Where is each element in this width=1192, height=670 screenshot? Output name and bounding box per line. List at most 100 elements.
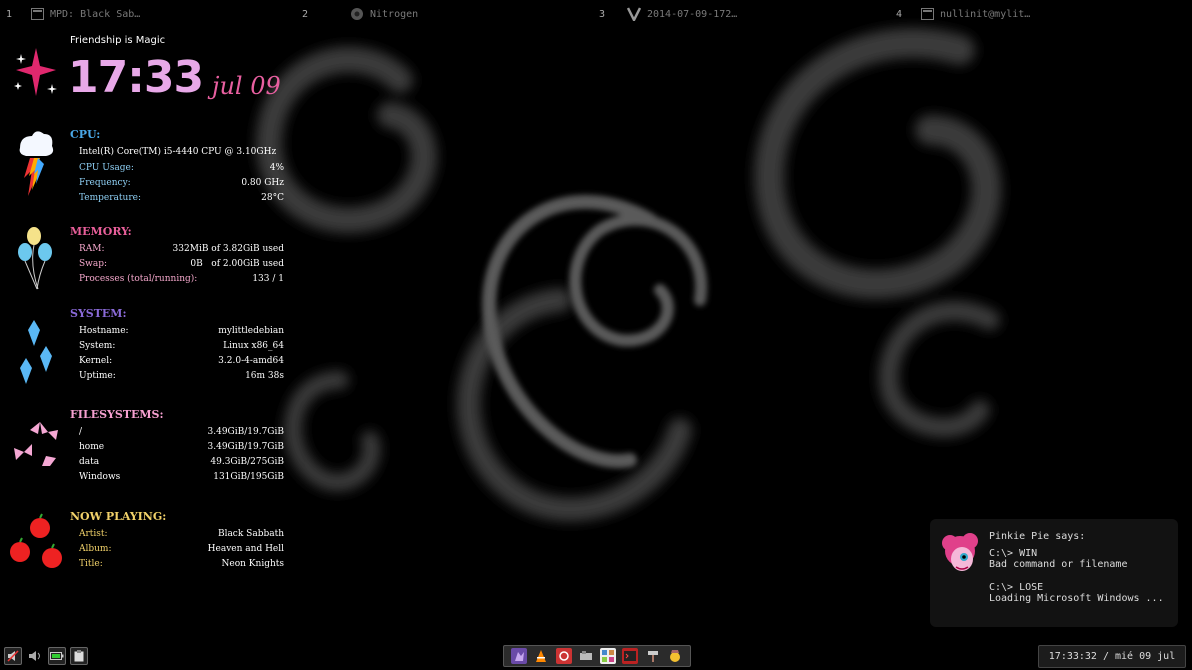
notification-popup[interactable]: Pinkie Pie says: C:\> WIN Bad command or… (930, 519, 1178, 627)
stat-value: 49.3GiB/275GiB (210, 457, 284, 467)
stat-value: 131GiB/195GiB (213, 472, 284, 482)
workspace-number: 2 (302, 8, 309, 20)
notification-line: Bad command or filename (989, 559, 1128, 570)
workspace-2[interactable]: 2 Nitrogen (302, 6, 418, 22)
stat-label: System: (79, 341, 116, 351)
stat-value: 3.49GiB/19.7GiB (207, 442, 284, 452)
stat-label: RAM: (79, 244, 105, 254)
stat-label: Hostname: (79, 326, 129, 336)
stat-value: Linux x86_64 (223, 341, 284, 351)
cpu-model-row: Intel(R) Core(TM) i5-4440 CPU @ 3.10GHz (70, 145, 284, 161)
twilight-cutie-mark-icon (14, 48, 57, 96)
workspace-3[interactable]: 3 2014-07-09-172… (599, 6, 737, 22)
terminal-icon (920, 7, 934, 21)
stat-row: Uptime: 16m 38s (70, 369, 284, 384)
hammer-icon[interactable] (645, 648, 661, 664)
stat-label: Artist: (79, 529, 108, 539)
section-title: NOW PLAYING: (70, 510, 167, 523)
stat-value: 28°C (261, 193, 284, 203)
taskbar-clock[interactable]: 17:33:32 / mié 09 jul (1038, 645, 1186, 668)
stat-row: home 3.49GiB/19.7GiB (70, 440, 284, 455)
system-section: SYSTEM: Hostname: mylittledebian System:… (70, 307, 284, 384)
stat-row: / 3.49GiB/19.7GiB (70, 425, 284, 440)
window-title: nullinit@mylit… (940, 8, 1031, 20)
debian-menu-icon[interactable] (555, 648, 572, 664)
stat-label: Temperature: (79, 193, 141, 203)
mute-icon[interactable] (4, 647, 22, 665)
stat-row: RAM: 332MiB of 3.82GiB used (70, 242, 284, 257)
notification-header: Pinkie Pie says: (989, 531, 1086, 542)
workspace-4[interactable]: 4 nullinit@mylit… (896, 6, 1030, 22)
vlc-icon[interactable] (533, 648, 549, 664)
terminal-launcher-icon[interactable] (622, 648, 639, 664)
file-manager-icon[interactable] (578, 648, 594, 664)
rarity-cutie-mark-icon (20, 320, 52, 384)
cpu-section: CPU: Intel(R) Core(TM) i5-4440 CPU @ 3.1… (70, 128, 284, 206)
stat-value: 16m 38s (245, 371, 284, 381)
volume-icon[interactable] (26, 648, 44, 664)
now-playing-section: NOW PLAYING: Artist: Black Sabbath Album… (70, 510, 284, 572)
section-title: SYSTEM: (70, 307, 127, 320)
battery-icon[interactable] (48, 647, 66, 665)
stat-row: Swap: 0B of 2.00GiB used (70, 257, 284, 272)
stat-value: mylittledebian (218, 326, 284, 336)
notification-line: C:\> WIN (989, 548, 1038, 559)
workspace-number: 3 (599, 8, 606, 20)
stat-row: Windows 131GiB/195GiB (70, 470, 284, 485)
stat-row: data 49.3GiB/275GiB (70, 455, 284, 470)
stat-value: 4% (269, 163, 284, 173)
image-viewer-icon[interactable] (600, 648, 617, 664)
applejack-cutie-mark-icon (10, 513, 62, 568)
launcher-dock (503, 645, 691, 667)
section-title: MEMORY: (70, 225, 132, 238)
applejack-launcher-icon[interactable] (667, 648, 683, 664)
pinkie-pie-cutie-mark-icon (18, 227, 52, 290)
rainbow-dash-cutie-mark-icon (19, 131, 54, 196)
stat-label: Uptime: (79, 371, 116, 381)
section-title: CPU: (70, 128, 101, 141)
stat-row: Temperature: 28°C (70, 191, 284, 206)
workspace-number: 4 (896, 8, 903, 20)
fluttershy-cutie-mark-icon (14, 422, 58, 466)
stat-label: Frequency: (79, 178, 131, 188)
stat-label: Album: (79, 544, 112, 554)
stat-label: data (79, 457, 100, 467)
stat-value: 3.49GiB/19.7GiB (207, 427, 284, 437)
stat-label: Title: (79, 559, 103, 569)
stat-row: CPU Usage: 4% (70, 161, 284, 176)
stat-label: CPU Usage: (79, 163, 134, 173)
stat-row: Title: Neon Knights (70, 557, 284, 572)
stat-row: System: Linux x86_64 (70, 339, 284, 354)
pinkie-pie-avatar-icon (942, 533, 978, 571)
stat-row: Frequency: 0.80 GHz (70, 176, 284, 191)
conky-date: jul 09 (212, 72, 281, 100)
window-title: Nitrogen (370, 8, 419, 20)
system-tray (4, 646, 88, 666)
window-title: 2014-07-09-172… (647, 8, 738, 20)
stat-value: 332MiB of 3.82GiB used (172, 244, 284, 254)
cpu-model: Intel(R) Core(TM) i5-4440 CPU @ 3.10GHz (79, 147, 277, 157)
conky-motto: Friendship is Magic (70, 35, 166, 46)
notification-line: C:\> LOSE (989, 582, 1044, 593)
pony-launcher-icon[interactable] (511, 648, 528, 664)
vim-icon (627, 7, 641, 21)
stat-value: Black Sabbath (217, 529, 284, 539)
stat-label: Windows (79, 472, 121, 482)
stat-value: 133 / 1 (252, 274, 284, 284)
stat-row: Hostname: mylittledebian (70, 324, 284, 339)
filesystems-section: FILESYSTEMS: / 3.49GiB/19.7GiB home 3.49… (70, 408, 284, 485)
stat-row: Artist: Black Sabbath (70, 527, 284, 542)
stat-value: 0.80 GHz (241, 178, 284, 188)
notification-line: Loading Microsoft Windows ... (989, 593, 1164, 604)
stat-value: 3.2.0-4-amd64 (218, 356, 284, 366)
stat-label: / (79, 427, 83, 437)
nitrogen-icon (350, 7, 364, 21)
stat-value: Heaven and Hell (207, 544, 284, 554)
stat-value: 0B of 2.00GiB used (190, 259, 284, 269)
stat-value: Neon Knights (221, 559, 284, 569)
stat-label: Processes (total/running): (79, 274, 198, 284)
clipboard-icon[interactable] (70, 647, 88, 665)
stat-label: home (79, 442, 105, 452)
conky-clock: 17:33 (68, 52, 204, 103)
stat-label: Kernel: (79, 356, 113, 366)
